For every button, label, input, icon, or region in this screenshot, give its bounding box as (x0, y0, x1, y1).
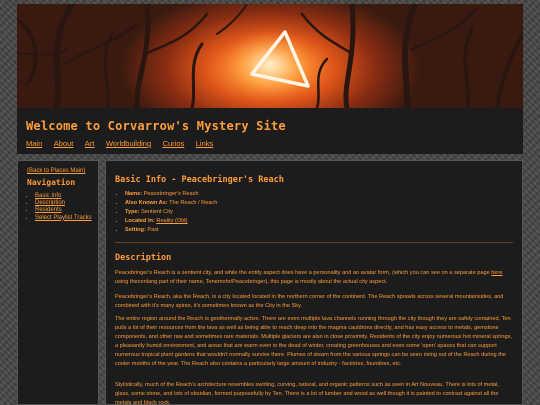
nav-link-links[interactable]: Links (196, 139, 214, 148)
description-paragraph-4: Stylistically, much of the Reach's archi… (115, 382, 499, 405)
info-label: Setting: (125, 226, 146, 233)
info-item-location: Located In: Reality (Old) (125, 217, 217, 226)
info-value: The Reach / Reach (169, 199, 218, 206)
description-paragraph-3: The entire region around the Reach is ge… (115, 316, 512, 367)
sidebar-link-basic-info[interactable]: Basic Info (35, 193, 61, 199)
paragraph-text: Peacebringer's Reach is a sentient city,… (115, 270, 492, 276)
sidebar-link-playlist-tracks[interactable]: Select Playlist Tracks (35, 215, 92, 221)
info-label: Also Known As: (125, 199, 168, 206)
nav-link-about[interactable]: About (54, 139, 74, 148)
sidebar-item: Select Playlist Tracks (35, 215, 92, 222)
paragraph-text: using theconlang part of their name, Ten… (115, 278, 388, 285)
main-content: Basic Info - Peacebringer's Reach Name: … (105, 160, 523, 405)
header-banner-image (17, 4, 523, 108)
info-value: Sentient City (141, 208, 173, 215)
info-item-name: Name: Peacebringer's Reach (125, 190, 217, 199)
sidebar-nav-list: Basic Info Description Residents Select … (27, 193, 92, 222)
main-nav: Main About Art Worldbuilding Curios Link… (26, 133, 220, 151)
sidebar-link-description[interactable]: Description (35, 200, 65, 206)
section-divider (115, 242, 513, 243)
info-item-setting: Setting: Past (125, 226, 217, 235)
info-label: Name: (125, 191, 143, 197)
info-item-type: Type: Sentient City (125, 208, 217, 217)
basic-info-list: Name: Peacebringer's Reach Also Known As… (115, 190, 217, 235)
site-title: Welcome to Corvarrow's Mystery Site (26, 119, 286, 133)
sidebar-link-residents[interactable]: Residents (35, 207, 62, 213)
nav-link-main[interactable]: Main (26, 139, 42, 148)
info-value: Peacebringer's Reach (143, 191, 199, 197)
sidebar-item: Description (35, 200, 92, 207)
info-value: Past (147, 226, 159, 233)
back-to-places-link[interactable]: (Back to Places Main) (27, 168, 85, 174)
basic-info-heading: Basic Info - Peacebringer's Reach (115, 175, 284, 185)
description-heading: Description (115, 253, 172, 263)
description-paragraph-1: Peacebringer's Reach is a sentient city,… (115, 269, 515, 287)
info-label: Located In: (125, 217, 155, 224)
info-label: Type: (125, 208, 140, 215)
info-item-aka: Also Known As: The Reach / Reach (125, 199, 217, 208)
nav-link-art[interactable]: Art (85, 139, 95, 148)
location-link[interactable]: Reality (Old) (156, 218, 187, 224)
sidebar-item: Basic Info (35, 193, 92, 200)
sidebar: (Back to Places Main) Navigation Basic I… (17, 160, 99, 405)
nav-link-curios[interactable]: Curios (163, 139, 185, 148)
sidebar-heading: Navigation (27, 178, 76, 187)
nav-link-worldbuilding[interactable]: Worldbuilding (106, 139, 151, 148)
sidebar-item: Residents (35, 207, 92, 214)
avatar-page-link[interactable]: here (491, 270, 502, 276)
description-paragraph-2: Peacebringer's Reach, aka the Reach, is … (115, 294, 504, 309)
